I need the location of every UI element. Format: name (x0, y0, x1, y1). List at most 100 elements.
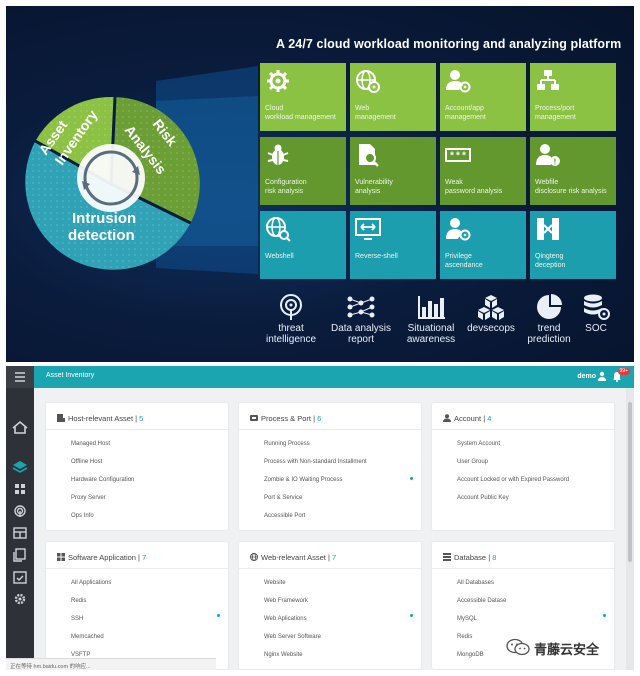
tile-account-management: Account/app management (440, 63, 526, 131)
nav-security[interactable] (10, 502, 30, 520)
card-link[interactable]: Accessible Port (264, 513, 305, 519)
card-link[interactable]: MongoDB (457, 652, 484, 658)
grid-icon (57, 553, 65, 561)
wechat-logo-icon (506, 638, 530, 656)
copy-icon (13, 548, 26, 562)
file-search-icon (359, 144, 379, 167)
bug-icon (267, 144, 289, 165)
calendar-check-icon (13, 571, 27, 584)
table-icon (13, 527, 27, 539)
card-link[interactable]: Web Aplications (264, 616, 307, 622)
card-link[interactable]: Running Process (264, 441, 310, 447)
user-menu[interactable]: demo (577, 373, 596, 380)
scroll-indicator-dot (217, 614, 220, 617)
wechat-watermark: 青藤云安全 (506, 636, 634, 658)
nav-settings[interactable] (10, 590, 30, 608)
user-gear-icon (446, 70, 471, 93)
notification-badge: 99+ (617, 368, 630, 375)
card-link[interactable]: MySQL (457, 616, 477, 622)
card-count: 4 (487, 414, 492, 423)
card-web-relevant-asset: Web-relevant Asset | 7 Website Web Frame… (239, 542, 421, 669)
card-link[interactable]: Website (264, 580, 286, 586)
card-link[interactable]: Managed Host (71, 441, 110, 447)
card-link[interactable]: Zombie & IO Waiting Process (264, 477, 342, 483)
user-alert-icon: ! (536, 144, 560, 167)
card-account: Account | 4 System Account User Group Ac… (432, 403, 614, 530)
account-icon (443, 414, 451, 422)
card-link[interactable]: Nginx Website (264, 652, 303, 658)
nav-tasks[interactable] (10, 568, 30, 586)
platform-infographic: A 24/7 cloud workload monitoring and ana… (6, 6, 634, 362)
card-link[interactable]: Account Public Key (457, 495, 509, 501)
card-count: 6 (317, 414, 322, 423)
browser-status-bar: 正在等待 hm.baidu.com 的响应... (6, 658, 216, 670)
tile-webfile-disclosure: ! Webfile disclosure risk analysis (530, 137, 616, 205)
card-title: Process & Port (261, 414, 312, 423)
card-count: 5 (139, 414, 144, 423)
card-title: Account (454, 414, 482, 423)
cubes-icon (478, 295, 504, 320)
card-link[interactable]: Hardware Configuration (71, 477, 134, 483)
wheel-hub (77, 144, 145, 212)
nav-assets[interactable] (10, 458, 30, 476)
card-link[interactable]: Proxy Server (71, 495, 106, 501)
card-link[interactable]: SSH (71, 616, 83, 622)
tile-weak-password: *** Weak password analysis (440, 137, 526, 205)
card-link[interactable]: User Group (457, 459, 488, 465)
scrollbar-thumb[interactable] (628, 402, 632, 562)
card-link[interactable]: Memcached (71, 634, 104, 640)
nav-dashboard[interactable] (10, 480, 30, 498)
card-link[interactable]: Process with Non-standard Installment (264, 459, 367, 465)
card-link[interactable]: System Account (457, 441, 500, 447)
card-count: 7 (332, 553, 337, 562)
card-title: Database (454, 553, 487, 562)
menu-toggle-button[interactable] (6, 366, 34, 388)
card-link[interactable]: Offline Host (71, 459, 102, 465)
card-link[interactable]: All Applications (71, 580, 111, 586)
card-link[interactable]: Redis (71, 598, 86, 604)
database-icon (443, 553, 451, 561)
card-process-port: Process & Port | 6 Running Process Proce… (239, 403, 421, 530)
capability-data-analysis: Data analysis report (326, 293, 396, 345)
grid-icon (15, 484, 25, 494)
card-link[interactable]: All Databases (457, 580, 494, 586)
tile-webshell: Webshell (260, 211, 346, 279)
card-link[interactable]: Port & Service (264, 495, 302, 501)
bar-chart-icon (418, 296, 445, 319)
database-gear-icon (584, 294, 610, 320)
user-privilege-icon (446, 218, 471, 241)
card-host-relevant-asset: Host-relevant Asset | 5 Managed Host Off… (46, 403, 228, 530)
card-link[interactable]: Ops Info (71, 513, 94, 519)
nav-files[interactable] (10, 546, 30, 564)
password-icon: *** (445, 148, 471, 163)
capability-threat-intelligence: threat intelligence (256, 293, 326, 345)
user-icon[interactable] (597, 371, 607, 381)
host-icon (57, 414, 65, 422)
tile-configuration-risk: Configuration risk analysis (260, 137, 346, 205)
card-link[interactable]: Account Locked or with Expired Password (457, 477, 569, 483)
nav-reports[interactable] (10, 524, 30, 542)
data-flow-icon (347, 296, 375, 318)
card-title: Web-relevant Asset (261, 553, 326, 562)
tile-cloud-workload: Cloud workload management (260, 63, 346, 131)
card-link[interactable]: Web Server Software (264, 634, 321, 640)
tile-qingteng-deception: Qingteng deception (530, 211, 616, 279)
home-icon (12, 420, 28, 434)
gear-icon (267, 70, 289, 92)
card-title: Software Application (68, 553, 136, 562)
watermark-text: 青藤云安全 (534, 643, 600, 658)
tile-process-port: Process/port management (530, 63, 616, 131)
nav-home[interactable] (10, 418, 30, 436)
card-count: 7 (142, 553, 147, 562)
radar-icon (280, 294, 302, 320)
segment-intrusion-line2: detection (68, 227, 135, 244)
tile-web-management: Web management (350, 63, 436, 131)
vertical-scrollbar[interactable] (626, 388, 634, 670)
tile-vulnerability: Vulnerability analysis (350, 137, 436, 205)
card-link[interactable]: Redis (457, 634, 472, 640)
globe-gear-icon (356, 70, 380, 93)
card-link[interactable]: Accessible Datase (457, 598, 506, 604)
fingerprint-icon (14, 505, 26, 517)
card-link[interactable]: Web Framework (264, 598, 308, 604)
top-bar: Asset Inventory demo 99+ (34, 366, 634, 388)
